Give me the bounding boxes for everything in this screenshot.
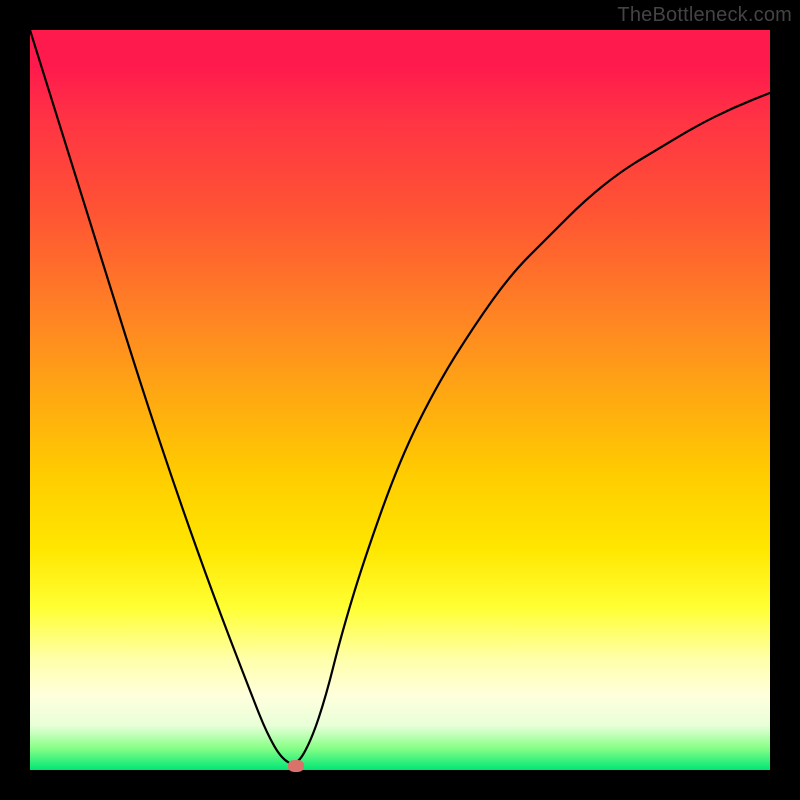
curve-svg [30, 30, 770, 770]
optimal-point-marker [288, 760, 304, 772]
watermark-text: TheBottleneck.com [617, 4, 792, 27]
chart-plot-area [30, 30, 770, 770]
bottleneck-curve-path [30, 30, 770, 763]
